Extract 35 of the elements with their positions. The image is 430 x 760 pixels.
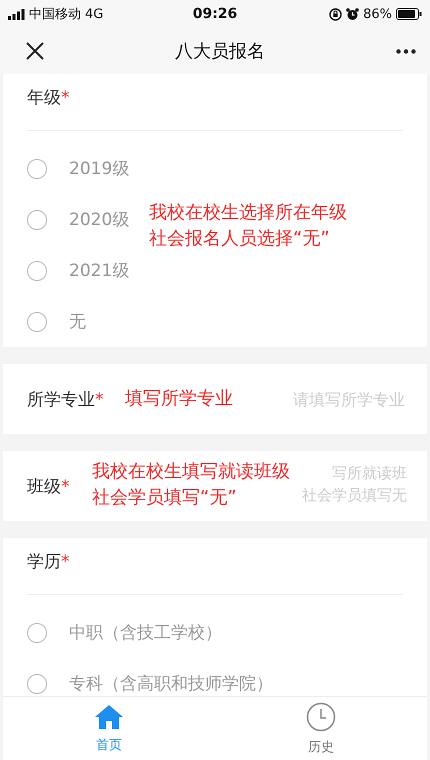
rotation-lock-icon <box>329 8 342 20</box>
clock-time: 09:26 <box>192 6 238 22</box>
radio-option[interactable]: 2021级 <box>3 245 130 296</box>
radio-button[interactable] <box>27 622 47 642</box>
home-icon <box>94 704 124 730</box>
radio-option[interactable]: 无 <box>3 296 86 347</box>
battery-percent: 86% <box>363 6 392 22</box>
field-label: 学历* <box>27 552 70 572</box>
tab-button[interactable]: 首页 <box>3 697 215 760</box>
radio-button[interactable] <box>27 674 47 694</box>
radio-button[interactable] <box>27 260 47 280</box>
radio-option[interactable]: 中职（含技工学校） <box>3 607 222 658</box>
radio-option[interactable]: 2019级 <box>3 143 130 194</box>
annotation-text: 社会报名人员选择“无” <box>149 227 330 251</box>
page-title: 八大员报名 <box>175 40 265 63</box>
annotation-text: 社会学员填写“无” <box>92 486 237 510</box>
annotation-text: 我校在校生填写就读班级 <box>92 460 290 484</box>
radio-button[interactable] <box>27 158 47 178</box>
close-icon[interactable] <box>26 42 44 60</box>
field-label: 班级* <box>27 476 70 498</box>
annotation-text: 我校在校生选择所在年级 <box>149 201 347 225</box>
alarm-icon <box>346 8 360 20</box>
field-label: 所学专业* <box>27 388 104 410</box>
radio-button[interactable] <box>27 312 47 332</box>
carrier-name: 中国移动 <box>29 6 81 23</box>
field-label: 年级* <box>27 88 70 108</box>
annotation-text: 填写所学专业 <box>125 387 233 411</box>
more-icon[interactable] <box>396 48 416 54</box>
battery-icon <box>396 8 422 20</box>
signal-icon <box>8 8 25 20</box>
radio-option[interactable]: 2020级 <box>3 194 130 245</box>
network-type: 4G <box>85 6 104 22</box>
clock-icon <box>306 702 336 732</box>
radio-button[interactable] <box>27 210 47 230</box>
tab-button[interactable]: 历史 <box>215 697 427 760</box>
